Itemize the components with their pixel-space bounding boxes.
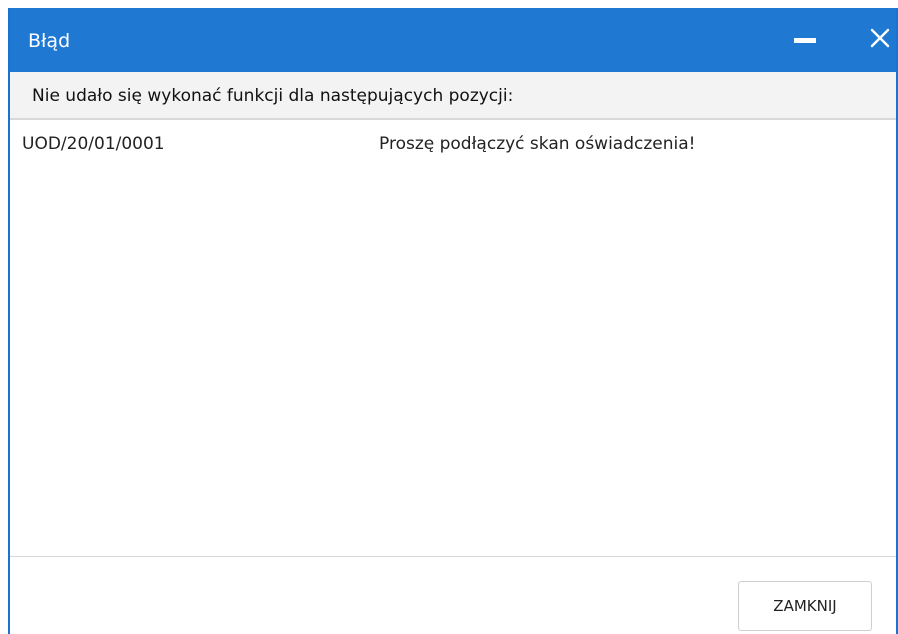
minimize-icon[interactable] (794, 38, 816, 43)
message-header: Nie udało się wykonać funkcji dla następ… (10, 72, 896, 120)
close-icon[interactable] (868, 26, 892, 50)
dialog-footer: ZAMKNIJ (10, 556, 896, 634)
dialog-title: Błąd (28, 30, 71, 52)
error-message: Nie udało się wykonać funkcji dla następ… (32, 86, 514, 106)
list-item: UOD/20/01/0001 Proszę podłączyć skan ośw… (10, 122, 896, 162)
close-button[interactable]: ZAMKNIJ (738, 581, 872, 631)
item-id: UOD/20/01/0001 (22, 134, 165, 154)
error-list: UOD/20/01/0001 Proszę podłączyć skan ośw… (10, 122, 896, 556)
error-dialog: Błąd Nie udało się wykonać funkcji dla n… (8, 8, 898, 634)
dialog-titlebar: Błąd (10, 8, 896, 72)
item-message: Proszę podłączyć skan oświadczenia! (379, 134, 696, 154)
